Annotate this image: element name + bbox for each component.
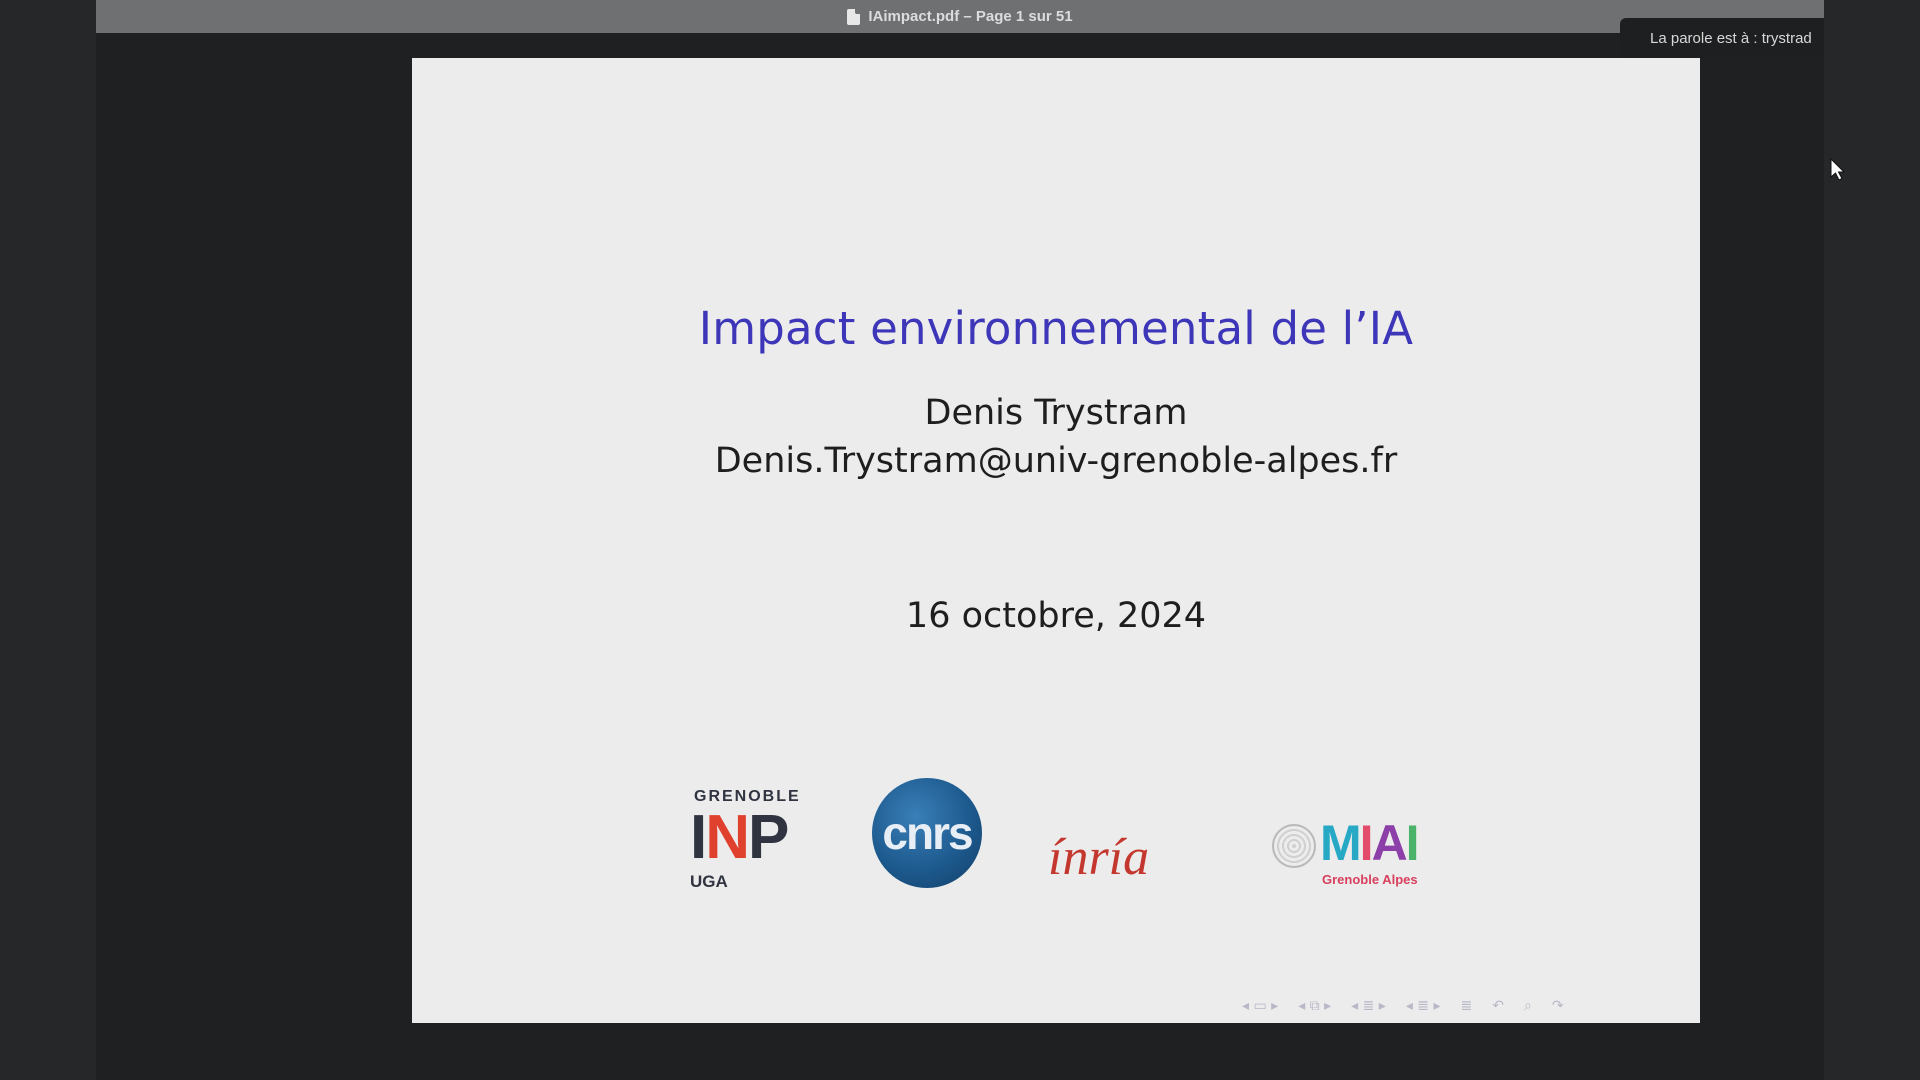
inp-logo-letters: INP bbox=[690, 803, 789, 872]
miai-globe-icon bbox=[1272, 824, 1316, 868]
slide-page: Impact environnemental de l’IA Denis Try… bbox=[412, 58, 1700, 1023]
slide-email: Denis.Trystram@univ-grenoble-alpes.fr bbox=[714, 441, 1398, 481]
miai-logo-word: MIAI bbox=[1320, 815, 1420, 871]
mouse-cursor-icon bbox=[1830, 158, 1846, 181]
window-title: IAimpact.pdf – Page 1 sur 51 bbox=[868, 8, 1073, 25]
active-speaker-indicator: La parole est à : trystrad bbox=[1620, 18, 1824, 58]
frame-icon[interactable]: ◂ ⧉ ▸ bbox=[1298, 998, 1331, 1014]
inria-logo-text: ínría bbox=[1048, 829, 1150, 886]
miai-logo: MIAI Grenoble Alpes bbox=[1272, 814, 1442, 894]
slide-date: 16 octobre, 2024 bbox=[905, 596, 1207, 636]
speaker-text: La parole est à : trystrad bbox=[1650, 29, 1812, 47]
beamer-navigation: ◂ ▭ ▸ ◂ ⧉ ▸ ◂ ≣ ▸ ◂ ≣ ▸ ≣ ↶ ⌕ ↷ bbox=[1242, 996, 1564, 1016]
grenoble-inp-logo: GRENOBLE INP UGA bbox=[682, 788, 810, 898]
miai-logo-subtitle: Grenoble Alpes bbox=[1322, 872, 1418, 887]
cnrs-logo-text: cnrs bbox=[882, 807, 973, 859]
inria-logo: ínría bbox=[1048, 828, 1208, 888]
pdf-viewer: IAimpact.pdf – Page 1 sur 51 Impact envi… bbox=[96, 0, 1824, 1080]
inp-logo-uga: UGA bbox=[690, 872, 728, 891]
cnrs-logo: cnrs bbox=[872, 778, 982, 888]
undo-icon[interactable]: ↶ bbox=[1492, 998, 1504, 1014]
window-titlebar: IAimpact.pdf – Page 1 sur 51 bbox=[96, 0, 1824, 33]
screen-left-margin bbox=[0, 0, 96, 1080]
redo-icon[interactable]: ↷ bbox=[1552, 998, 1564, 1014]
outline-icon[interactable]: ≣ bbox=[1461, 998, 1473, 1014]
subsection-icon[interactable]: ◂ ≣ ▸ bbox=[1351, 998, 1386, 1014]
search-icon[interactable]: ⌕ bbox=[1524, 998, 1532, 1014]
section-icon[interactable]: ◂ ≣ ▸ bbox=[1406, 998, 1441, 1014]
document-icon bbox=[847, 8, 861, 25]
slide-title: Impact environnemental de l’IA bbox=[698, 302, 1414, 355]
prev-slide-icon[interactable]: ◂ ▭ ▸ bbox=[1242, 998, 1278, 1014]
slide-author: Denis Trystram bbox=[924, 393, 1188, 433]
